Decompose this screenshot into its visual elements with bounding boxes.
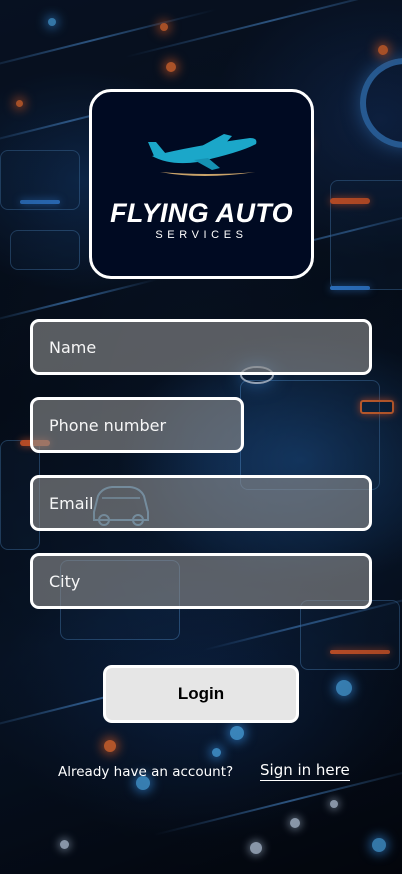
login-button[interactable]: Login — [103, 665, 299, 723]
logo-title: FLYING AUTO — [110, 198, 293, 228]
phone-number-field[interactable] — [30, 397, 244, 453]
logo-subtitle: SERVICES — [155, 229, 248, 241]
name-field[interactable] — [30, 319, 372, 375]
city-field[interactable] — [30, 553, 372, 609]
airplane-icon — [147, 134, 256, 176]
account-prompt-text: Already have an account? — [58, 764, 234, 780]
app-logo: FLYING AUTO SERVICES — [89, 89, 314, 279]
sign-in-link[interactable]: Sign in here — [260, 761, 350, 781]
email-field[interactable] — [30, 475, 372, 531]
